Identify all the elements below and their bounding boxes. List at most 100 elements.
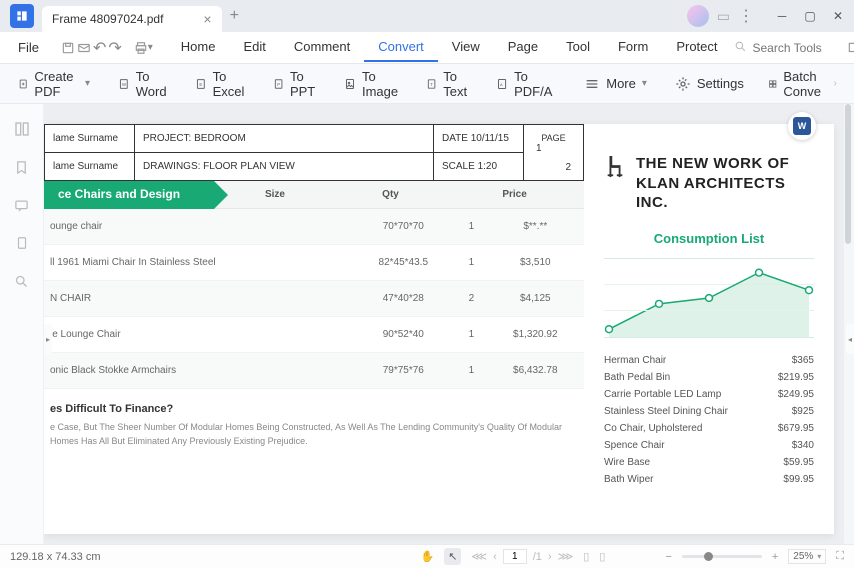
- close-icon[interactable]: ×: [203, 11, 211, 27]
- print-dropdown-icon[interactable]: ▾: [148, 42, 153, 53]
- tab-filename: Frame 48097024.pdf: [52, 12, 163, 26]
- continuous-page-icon[interactable]: ▯: [599, 550, 605, 563]
- tab-view[interactable]: View: [438, 33, 494, 62]
- finance-heading: es Difficult To Finance?: [50, 389, 578, 421]
- status-dimensions: 129.18 x 74.33 cm: [10, 551, 101, 563]
- save-icon[interactable]: [61, 38, 75, 58]
- document-page: lame Surname PROJECT: BEDROOM DATE 10/11…: [44, 124, 834, 534]
- print-icon[interactable]: [134, 38, 148, 58]
- sidebar: [0, 104, 44, 544]
- add-tab-button[interactable]: +: [230, 7, 239, 25]
- page-navigation: ⋘ ‹ /1 › ⋙: [471, 549, 573, 564]
- zoom-slider[interactable]: [682, 555, 762, 558]
- tab-protect[interactable]: Protect: [662, 33, 731, 62]
- list-item: Stainless Steel Dining Chair$925: [604, 403, 814, 420]
- chair-icon: [604, 154, 626, 186]
- items-table-body: ounge chair70*70*701$**.** ll 1961 Miami…: [44, 209, 584, 389]
- search-tools[interactable]: [734, 40, 833, 56]
- section-heading: ce Chairs and Design: [44, 181, 214, 209]
- to-text-button[interactable]: T To Text: [416, 63, 482, 105]
- fit-screen-icon[interactable]: ⛶: [836, 550, 844, 563]
- word-conversion-badge[interactable]: W: [788, 112, 816, 140]
- single-page-icon[interactable]: ▯: [583, 550, 589, 563]
- create-pdf-button[interactable]: Create PDF▾: [8, 63, 100, 105]
- menubar: File ↶ ↷ ▾ Home Edit Comment Convert Vie…: [0, 32, 854, 64]
- bookmark-icon[interactable]: [13, 158, 31, 176]
- tab-edit[interactable]: Edit: [229, 33, 279, 62]
- page-total: /1: [533, 551, 542, 563]
- notes-icon[interactable]: ▭: [717, 8, 730, 25]
- expand-left-icon[interactable]: ▸: [44, 324, 52, 354]
- expand-right-icon[interactable]: ◂: [846, 324, 854, 354]
- list-item: Carrie Portable LED Lamp$249.95: [604, 386, 814, 403]
- consumption-heading: Consumption List: [604, 231, 814, 246]
- first-page-icon[interactable]: ⋘: [471, 550, 487, 563]
- document-area[interactable]: ▸ W lame Surname PROJECT: BEDROOM DATE 1…: [44, 104, 844, 544]
- comment-icon[interactable]: [13, 196, 31, 214]
- zoom-out-icon[interactable]: −: [665, 551, 671, 563]
- next-page-icon[interactable]: ›: [548, 551, 552, 563]
- maximize-button[interactable]: ▢: [798, 4, 822, 28]
- search-icon: [734, 40, 747, 56]
- document-tab[interactable]: Frame 48097024.pdf ×: [42, 6, 222, 32]
- share-icon[interactable]: [845, 39, 854, 57]
- to-image-button[interactable]: To Image: [334, 63, 412, 105]
- convert-toolbar: Create PDF▾ W To Word E To Excel P To PP…: [0, 64, 854, 104]
- tab-comment[interactable]: Comment: [280, 33, 364, 62]
- consumption-list: Herman Chair$365 Bath Pedal Bin$219.95 C…: [604, 352, 814, 488]
- mail-icon[interactable]: [77, 38, 91, 58]
- tab-form[interactable]: Form: [604, 33, 662, 62]
- menu-tabs: Home Edit Comment Convert View Page Tool…: [167, 33, 732, 62]
- list-item: Wire Base$59.95: [604, 454, 814, 471]
- search-input[interactable]: [753, 41, 833, 55]
- zoom-select[interactable]: 25%▾: [788, 549, 826, 564]
- attachment-icon[interactable]: [13, 234, 31, 252]
- thumbnails-icon[interactable]: [13, 120, 31, 138]
- statusbar: 129.18 x 74.33 cm ✋ ↖ ⋘ ‹ /1 › ⋙ ▯ ▯ − +…: [0, 544, 854, 568]
- prev-page-icon[interactable]: ‹: [493, 551, 497, 563]
- list-item: Bath Wiper$99.95: [604, 471, 814, 488]
- close-button[interactable]: ✕: [826, 4, 850, 28]
- hand-tool-icon[interactable]: ✋: [421, 550, 435, 563]
- search-panel-icon[interactable]: [13, 272, 31, 290]
- minimize-button[interactable]: ─: [770, 4, 794, 28]
- more-button[interactable]: More▾: [574, 70, 657, 98]
- brand-header: THE NEW WORK OF KLAN ARCHITECTS INC.: [604, 154, 814, 213]
- to-excel-button[interactable]: E To Excel: [185, 63, 259, 105]
- app-logo: [10, 4, 34, 28]
- undo-icon[interactable]: ↶: [93, 38, 106, 58]
- svg-text:P: P: [277, 81, 280, 86]
- select-tool-icon[interactable]: ↖: [444, 548, 461, 565]
- settings-button[interactable]: Settings: [665, 70, 754, 98]
- to-pdfa-button[interactable]: A To PDF/A: [486, 63, 566, 105]
- kebab-menu-icon[interactable]: ⋮: [738, 6, 754, 26]
- tab-tool[interactable]: Tool: [552, 33, 604, 62]
- scrollbar-thumb[interactable]: [845, 104, 851, 244]
- page-input[interactable]: [503, 549, 527, 564]
- brand-title: THE NEW WORK OF KLAN ARCHITECTS INC.: [636, 154, 814, 213]
- last-page-icon[interactable]: ⋙: [558, 550, 574, 563]
- finance-text: e Case, But The Sheer Number Of Modular …: [50, 421, 578, 448]
- tab-page[interactable]: Page: [494, 33, 552, 62]
- list-item: Herman Chair$365: [604, 352, 814, 369]
- ai-badge-icon[interactable]: [687, 5, 709, 27]
- list-item: Bath Pedal Bin$219.95: [604, 369, 814, 386]
- to-ppt-button[interactable]: P To PPT: [263, 63, 330, 105]
- to-word-button[interactable]: W To Word: [108, 63, 181, 105]
- menu-file[interactable]: File: [8, 36, 49, 59]
- titlebar: Frame 48097024.pdf × + ▭ ⋮ ─ ▢ ✕: [0, 0, 854, 32]
- items-table: Size Qty Price: [214, 181, 584, 209]
- svg-text:E: E: [199, 81, 202, 86]
- right-scrollbar-area: ◂: [844, 104, 854, 544]
- svg-text:T: T: [430, 81, 433, 86]
- tab-convert[interactable]: Convert: [364, 33, 438, 62]
- svg-text:W: W: [122, 81, 127, 86]
- redo-icon[interactable]: ↷: [108, 38, 121, 58]
- list-item: Spence Chair$340: [604, 437, 814, 454]
- zoom-in-icon[interactable]: +: [772, 551, 778, 563]
- batch-convert-button[interactable]: Batch Conve ›: [758, 63, 847, 105]
- tab-home[interactable]: Home: [167, 33, 230, 62]
- main-workspace: ▸ W lame Surname PROJECT: BEDROOM DATE 1…: [0, 104, 854, 544]
- consumption-chart: [604, 258, 814, 338]
- project-info-table: lame Surname PROJECT: BEDROOM DATE 10/11…: [44, 124, 584, 181]
